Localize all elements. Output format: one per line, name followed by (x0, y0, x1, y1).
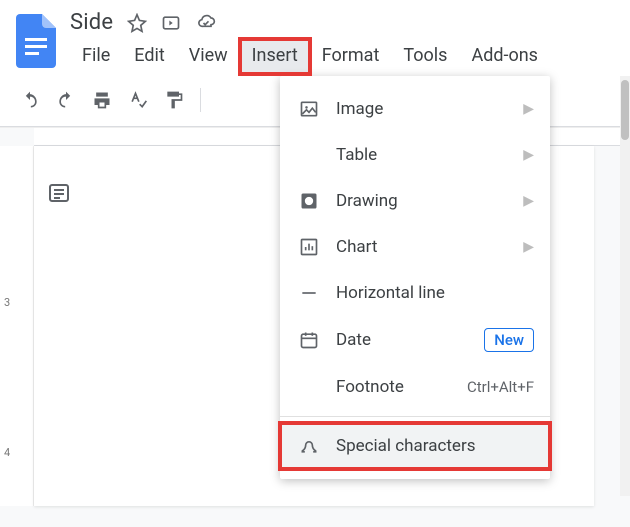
insert-hline-label: Horizontal line (336, 283, 534, 303)
insert-date[interactable]: Date New (280, 316, 550, 364)
print-button[interactable] (86, 84, 118, 116)
horizontal-line-icon (298, 282, 320, 304)
omega-icon (298, 435, 320, 457)
spellcheck-button[interactable] (122, 84, 154, 116)
menu-addons[interactable]: Add-ons (459, 39, 550, 74)
insert-horizontal-line[interactable]: Horizontal line (280, 270, 550, 316)
undo-button[interactable] (14, 84, 46, 116)
image-icon (298, 98, 320, 120)
insert-table-label: Table (336, 145, 507, 165)
move-icon[interactable] (161, 13, 181, 33)
insert-special-label: Special characters (336, 436, 534, 456)
new-badge: New (484, 328, 534, 352)
vruler-tick-3: 3 (4, 296, 10, 309)
menu-insert[interactable]: Insert (240, 39, 310, 74)
chart-icon (298, 236, 320, 258)
menu-edit[interactable]: Edit (122, 39, 176, 74)
docs-logo-icon[interactable] (16, 14, 56, 68)
vruler-tick-4: 4 (4, 446, 10, 459)
title-area: Side File Edit View Insert Format Tools … (70, 8, 620, 74)
title-row: Side (70, 8, 620, 35)
footnote-icon-placeholder (298, 376, 320, 398)
submenu-arrow-icon: ▶ (523, 147, 534, 163)
toolbar-separator (200, 88, 201, 112)
dropdown-separator (280, 416, 550, 417)
dropdown-scrollbar[interactable] (620, 76, 630, 496)
table-icon-placeholder (298, 144, 320, 166)
insert-chart[interactable]: Chart ▶ (280, 224, 550, 270)
menu-tools[interactable]: Tools (391, 39, 459, 74)
insert-footnote-label: Footnote (336, 377, 451, 397)
insert-footnote[interactable]: Footnote Ctrl+Alt+F (280, 364, 550, 410)
header: Side File Edit View Insert Format Tools … (0, 0, 630, 74)
cloud-status-icon[interactable] (195, 13, 217, 33)
scroll-thumb[interactable] (621, 80, 629, 140)
redo-button[interactable] (50, 84, 82, 116)
menubar: File Edit View Insert Format Tools Add-o… (70, 39, 620, 74)
menu-format[interactable]: Format (310, 39, 392, 74)
insert-special-characters[interactable]: Special characters (280, 423, 550, 469)
insert-chart-label: Chart (336, 237, 507, 257)
drawing-icon (298, 190, 320, 212)
vertical-ruler[interactable]: 3 4 (0, 146, 34, 506)
submenu-arrow-icon: ▶ (523, 239, 534, 255)
menu-file[interactable]: File (70, 39, 122, 74)
insert-dropdown: Image ▶ Table ▶ Drawing ▶ Chart ▶ Horizo… (280, 76, 550, 479)
outline-toggle-button[interactable] (42, 176, 76, 210)
insert-image[interactable]: Image ▶ (280, 86, 550, 132)
insert-drawing[interactable]: Drawing ▶ (280, 178, 550, 224)
star-icon[interactable] (127, 13, 147, 33)
submenu-arrow-icon: ▶ (523, 193, 534, 209)
insert-date-label: Date (336, 330, 468, 350)
title-icons (127, 13, 217, 33)
submenu-arrow-icon: ▶ (523, 101, 534, 117)
document-title[interactable]: Side (70, 10, 113, 35)
menu-view[interactable]: View (177, 39, 240, 74)
insert-image-label: Image (336, 99, 507, 119)
paint-format-button[interactable] (158, 84, 190, 116)
insert-table[interactable]: Table ▶ (280, 132, 550, 178)
insert-drawing-label: Drawing (336, 191, 507, 211)
footnote-shortcut: Ctrl+Alt+F (467, 378, 534, 396)
calendar-icon (298, 329, 320, 351)
